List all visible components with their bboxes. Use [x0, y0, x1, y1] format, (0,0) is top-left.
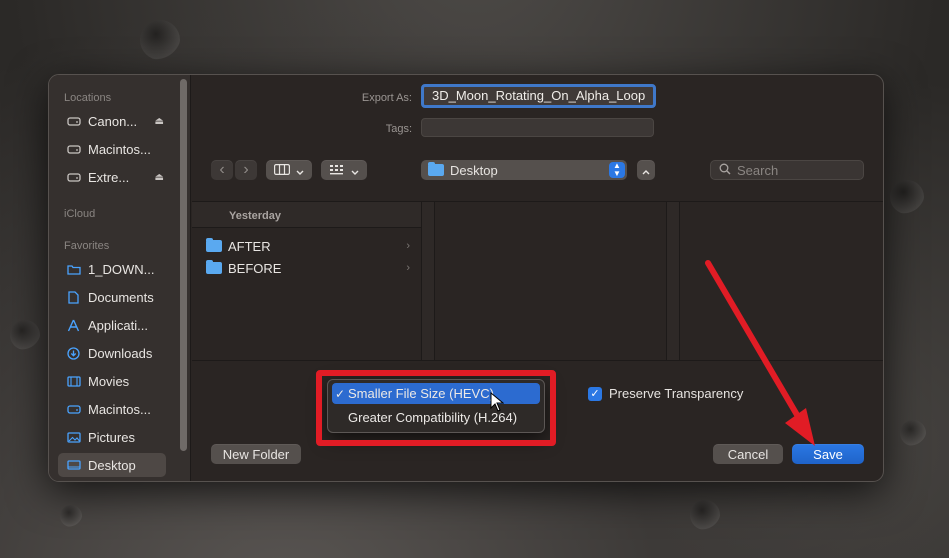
location-label: Desktop: [450, 162, 498, 178]
sidebar-item-extreme[interactable]: Extre... ⏏: [58, 165, 166, 189]
sidebar-item-canon[interactable]: Canon... ⏏: [58, 109, 166, 133]
column-view-button[interactable]: [266, 160, 312, 180]
sidebar-heading-favorites: Favorites: [64, 240, 110, 252]
download-icon: [66, 346, 81, 360]
sidebar: Locations Canon... ⏏ Macintos... Extre..…: [49, 75, 191, 481]
column-divider[interactable]: [421, 202, 435, 360]
chevron-up-icon: [642, 163, 650, 178]
drive-icon: [66, 403, 81, 415]
crater: [10, 320, 40, 350]
search-placeholder: Search: [737, 162, 779, 178]
file-browser: Yesterday AFTER › BEFORE ›: [192, 201, 883, 361]
sidebar-item-1-down[interactable]: 1_DOWN...: [58, 257, 166, 281]
mouse-pointer-icon: [490, 392, 504, 412]
group-button[interactable]: [321, 160, 367, 180]
expand-collapse-button[interactable]: [637, 160, 655, 180]
sidebar-item-label: Applicati...: [88, 317, 148, 333]
new-folder-button[interactable]: New Folder: [211, 444, 301, 464]
sidebar-item-applications[interactable]: Applicati...: [58, 313, 166, 337]
search-field[interactable]: Search: [710, 160, 864, 180]
sidebar-item-label: Extre...: [88, 169, 130, 185]
chevron-down-icon: [296, 163, 304, 178]
annotation-highlight-box: [316, 370, 556, 446]
sidebar-item-pictures[interactable]: Pictures: [58, 425, 166, 449]
sidebar-heading-icloud: iCloud: [64, 208, 96, 220]
list-item-label: AFTER: [228, 238, 271, 254]
preserve-transparency-option[interactable]: ✓ Preserve Transparency: [588, 386, 743, 401]
export-as-label: Export As:: [361, 92, 412, 104]
eject-icon[interactable]: ⏏: [155, 172, 164, 183]
sidebar-item-documents[interactable]: Documents: [58, 285, 166, 309]
sidebar-item-label: 1_DOWN...: [88, 261, 155, 277]
export-as-field[interactable]: 3D_Moon_Rotating_On_Alpha_Loop: [421, 84, 656, 108]
crater: [900, 420, 926, 446]
preserve-transparency-label: Preserve Transparency: [609, 386, 744, 401]
sidebar-item-label: Movies: [88, 373, 130, 389]
sidebar-item-downloads[interactable]: Downloads: [58, 341, 166, 365]
sidebar-item-label: Pictures: [88, 429, 135, 445]
sidebar-item-desktop[interactable]: Desktop: [58, 453, 166, 477]
browser-column-1: Yesterday AFTER › BEFORE ›: [192, 202, 421, 360]
search-icon: [719, 163, 731, 178]
list-item[interactable]: AFTER ›: [206, 236, 416, 256]
sidebar-item-macintosh-2[interactable]: Macintos...: [58, 397, 166, 421]
picture-icon: [66, 431, 81, 443]
sidebar-scrollbar[interactable]: [180, 79, 187, 451]
cancel-button[interactable]: Cancel: [713, 444, 783, 464]
checkbox-checked-icon[interactable]: ✓: [588, 386, 602, 401]
list-item[interactable]: BEFORE ›: [206, 258, 416, 278]
column-divider[interactable]: [666, 202, 680, 360]
film-icon: [66, 375, 81, 387]
drive-icon: [66, 143, 81, 155]
forward-button[interactable]: ›: [235, 160, 257, 180]
eject-icon[interactable]: ⏏: [155, 116, 164, 127]
sidebar-item-label: Desktop: [88, 457, 136, 473]
crater: [690, 500, 720, 530]
back-button[interactable]: ‹: [211, 160, 233, 180]
location-popup[interactable]: Desktop ▲ ▼: [421, 160, 627, 180]
folder-icon: [66, 263, 81, 275]
crater: [60, 505, 82, 527]
crater: [140, 20, 180, 60]
applications-icon: [66, 319, 81, 331]
drive-icon: [66, 115, 81, 127]
tags-field[interactable]: [421, 118, 654, 137]
folder-icon: [428, 162, 444, 176]
folder-icon: [206, 238, 222, 252]
columns-icon: [274, 163, 291, 178]
tags-label: Tags:: [385, 123, 412, 135]
grid-icon: [329, 163, 345, 178]
crater: [890, 180, 924, 214]
sidebar-item-label: Downloads: [88, 345, 153, 361]
sidebar-item-macintosh[interactable]: Macintos...: [58, 137, 166, 161]
sidebar-item-label: Documents: [88, 289, 154, 305]
sidebar-item-movies[interactable]: Movies: [58, 369, 166, 393]
group-heading: Yesterday: [192, 202, 421, 228]
sidebar-heading-locations: Locations: [64, 92, 112, 104]
save-button[interactable]: Save: [792, 444, 864, 464]
sidebar-item-label: Canon...: [88, 113, 138, 129]
chevron-right-icon: ›: [406, 262, 410, 274]
drive-icon: [66, 171, 81, 183]
desktop-icon: [66, 459, 81, 471]
folder-icon: [206, 260, 222, 274]
up-down-chevron-icon: ▲ ▼: [609, 162, 625, 178]
sidebar-item-label: Macintos...: [88, 401, 151, 417]
chevron-right-icon: ›: [406, 240, 410, 252]
list-item-label: BEFORE: [228, 260, 282, 276]
document-icon: [66, 290, 81, 304]
sidebar-item-label: Macintos...: [88, 141, 151, 157]
chevron-down-icon: [351, 163, 359, 178]
